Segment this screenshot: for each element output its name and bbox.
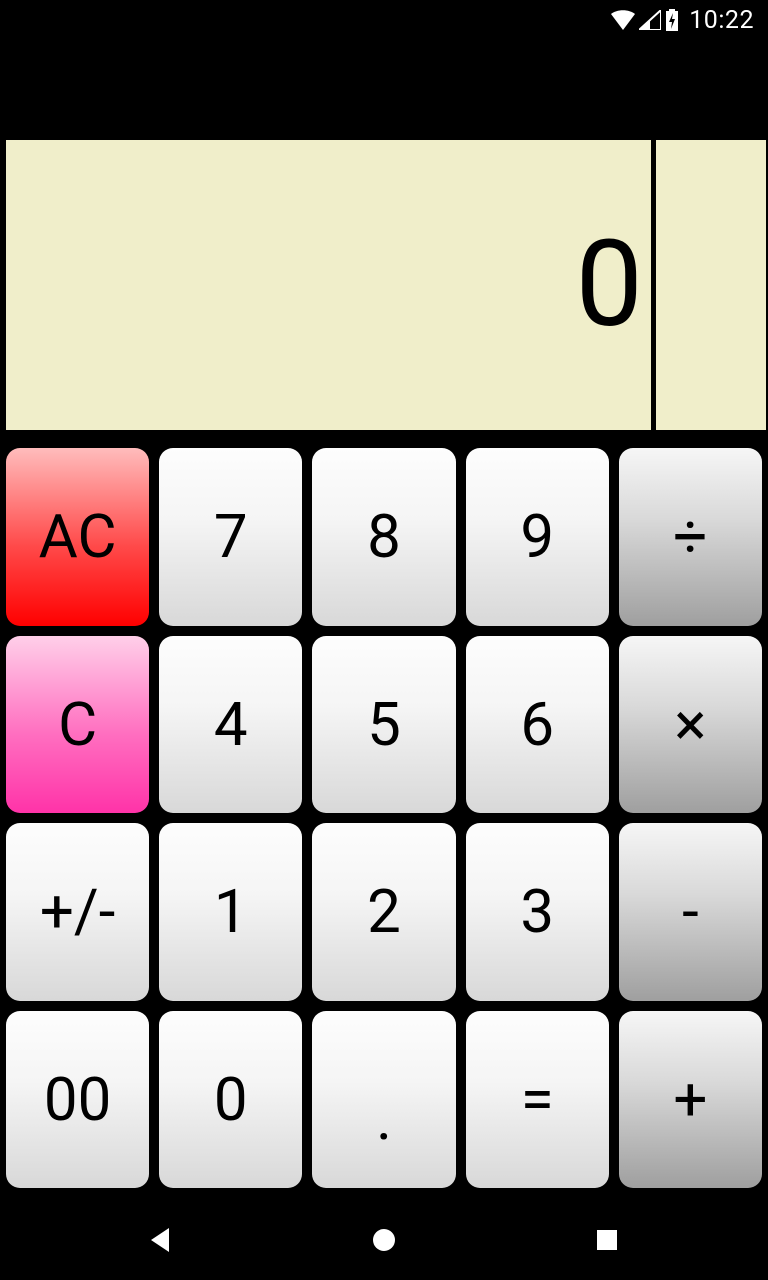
decimal-button[interactable]: .	[312, 1011, 455, 1189]
battery-charging-icon	[665, 9, 679, 31]
recents-button[interactable]	[547, 1210, 667, 1270]
digit-9-button[interactable]: 9	[466, 448, 609, 626]
wifi-icon	[611, 10, 635, 30]
status-clock: 10:22	[689, 6, 754, 35]
digit-2-button[interactable]: 2	[312, 823, 455, 1001]
digit-1-button[interactable]: 1	[159, 823, 302, 1001]
multiply-button[interactable]: ×	[619, 636, 762, 814]
digit-6-button[interactable]: 6	[466, 636, 609, 814]
back-button[interactable]	[101, 1210, 221, 1270]
clear-button[interactable]: C	[6, 636, 149, 814]
equals-button[interactable]: =	[466, 1011, 609, 1189]
calculator-display: 0	[6, 140, 768, 430]
display-side-panel	[656, 140, 766, 430]
add-button[interactable]: +	[619, 1011, 762, 1189]
display-value: 0	[576, 215, 643, 355]
digit-3-button[interactable]: 3	[466, 823, 609, 1001]
digit-0-button[interactable]: 0	[159, 1011, 302, 1189]
android-nav-bar	[0, 1200, 768, 1280]
double-zero-button[interactable]: 00	[6, 1011, 149, 1189]
calculator-keypad: AC 7 8 9 ÷ C 4 5 6 × +/- 1 2 3 - 00 0 . …	[6, 448, 762, 1188]
android-status-bar: 10:22	[0, 0, 768, 40]
digit-4-button[interactable]: 4	[159, 636, 302, 814]
digit-7-button[interactable]: 7	[159, 448, 302, 626]
sign-toggle-button[interactable]: +/-	[6, 823, 149, 1001]
cell-signal-icon	[639, 10, 661, 30]
display-main-readout: 0	[6, 140, 656, 430]
subtract-button[interactable]: -	[619, 823, 762, 1001]
digit-5-button[interactable]: 5	[312, 636, 455, 814]
divide-button[interactable]: ÷	[619, 448, 762, 626]
home-button[interactable]	[324, 1210, 444, 1270]
all-clear-button[interactable]: AC	[6, 448, 149, 626]
digit-8-button[interactable]: 8	[312, 448, 455, 626]
